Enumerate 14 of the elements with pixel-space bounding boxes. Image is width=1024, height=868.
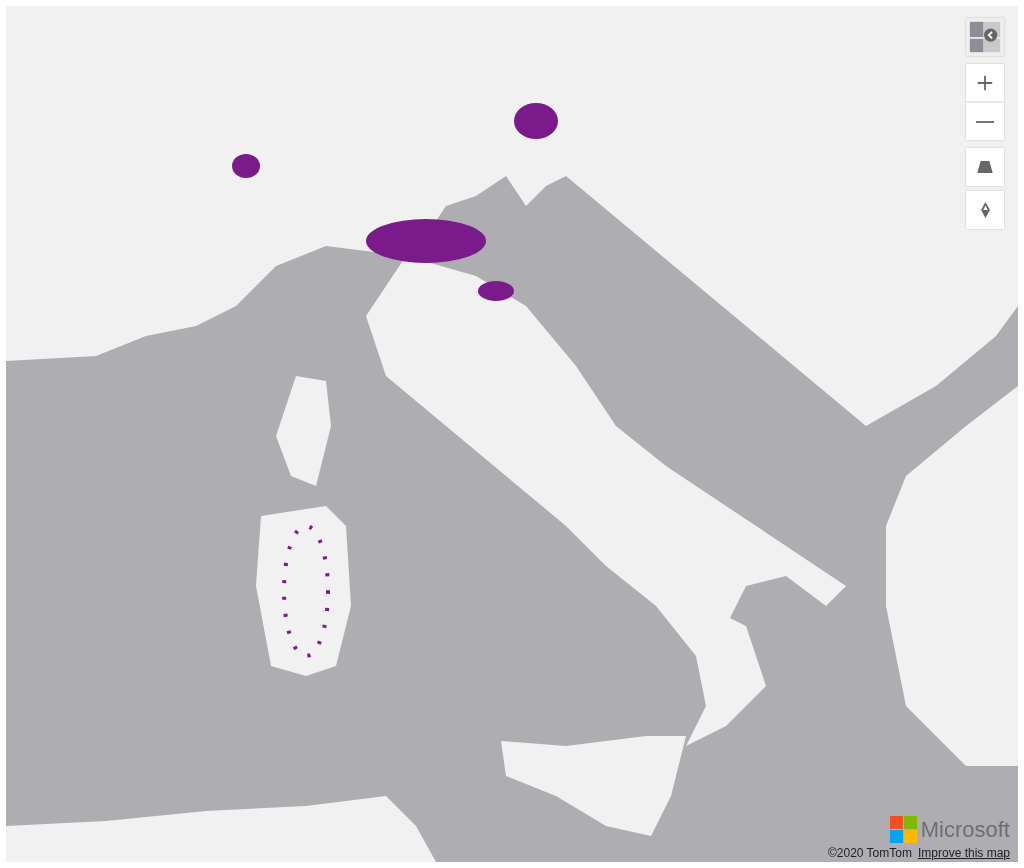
map-style-button[interactable] [966,18,1004,56]
compass-icon [980,202,990,218]
zoom-in-icon [976,74,994,92]
zoom-out-icon [976,120,994,123]
windows-logo-icon [889,816,917,843]
zoom-in-button[interactable] [966,64,1004,102]
compass-button[interactable] [966,191,1004,229]
pitch-icon [977,161,993,173]
map-style-icon [968,20,1002,54]
logo-text: Microsoft [920,816,1010,843]
zoom-out-button[interactable] [966,102,1004,140]
pitch-button[interactable] [966,148,1004,186]
copyright-text: ©2020 TomTom [827,846,912,860]
improve-map-link[interactable]: Improve this map [917,846,1010,860]
